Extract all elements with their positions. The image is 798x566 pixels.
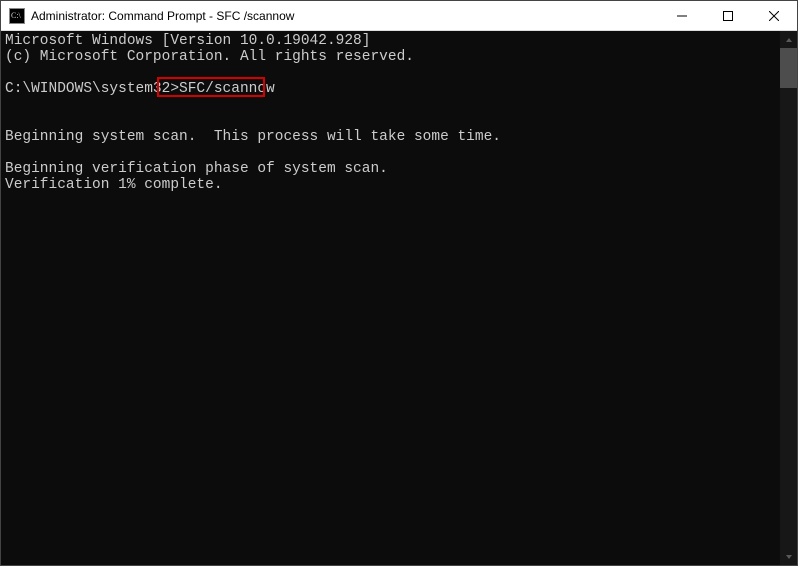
scroll-up-button[interactable]	[780, 31, 797, 48]
window-controls	[659, 1, 797, 30]
terminal-container: Microsoft Windows [Version 10.0.19042.92…	[1, 31, 797, 565]
output-line: Beginning verification phase of system s…	[5, 161, 388, 177]
scroll-down-button[interactable]	[780, 548, 797, 565]
output-line: Microsoft Windows [Version 10.0.19042.92…	[5, 33, 370, 49]
output-line: (c) Microsoft Corporation. All rights re…	[5, 49, 414, 65]
output-line: Beginning system scan. This process will…	[5, 129, 501, 145]
svg-text:C:\: C:\	[11, 11, 22, 20]
close-button[interactable]	[751, 1, 797, 31]
cmd-icon: C:\	[9, 8, 25, 24]
entered-command: SFC/scannow	[179, 81, 275, 97]
window-titlebar: C:\ Administrator: Command Prompt - SFC …	[1, 1, 797, 31]
scroll-thumb[interactable]	[780, 48, 797, 88]
minimize-button[interactable]	[659, 1, 705, 31]
prompt-line: C:\WINDOWS\system32>SFC/scannow	[5, 81, 776, 97]
vertical-scrollbar[interactable]	[780, 31, 797, 565]
output-line: Verification 1% complete.	[5, 177, 223, 193]
window-title: Administrator: Command Prompt - SFC /sca…	[31, 9, 659, 23]
terminal-output[interactable]: Microsoft Windows [Version 10.0.19042.92…	[1, 31, 780, 565]
prompt-path: C:\WINDOWS\system32>	[5, 81, 179, 97]
maximize-button[interactable]	[705, 1, 751, 31]
